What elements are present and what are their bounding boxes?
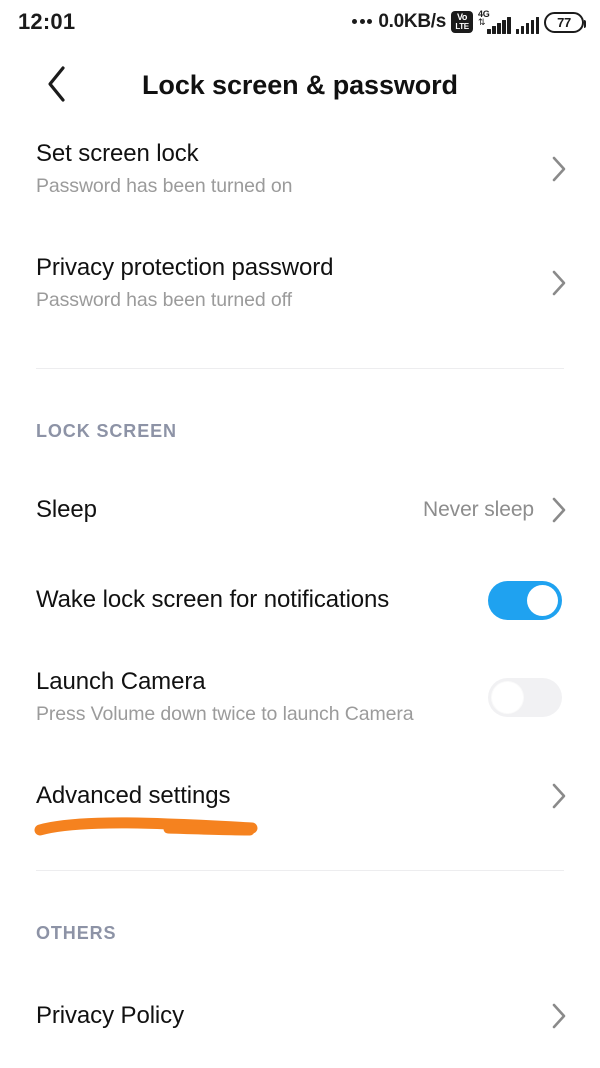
chevron-right-icon (550, 268, 568, 298)
signal-sim1-icon: 4G ⇅ (478, 9, 511, 34)
back-button[interactable] (30, 58, 82, 110)
row-wake-lock-screen-title: Wake lock screen for notifications (36, 585, 390, 613)
status-bar-icons: 0.0KB/s Vo LTE 4G ⇅ 77 (352, 9, 586, 34)
row-launch-camera-text: Launch Camera Press Volume down twice to… (36, 668, 488, 727)
section-divider (36, 870, 564, 871)
row-launch-camera-subtitle: Press Volume down twice to launch Camera (36, 702, 414, 725)
signal-bars-sim2-icon (515, 17, 539, 34)
battery-icon: 77 (544, 11, 586, 33)
data-transfer-arrows-icon: ⇅ (478, 17, 486, 27)
chevron-right-icon (550, 154, 568, 184)
chevron-right-icon (550, 1001, 568, 1031)
section-header-lock-screen: LOCK SCREEN (36, 421, 177, 441)
volte-icon-bottom-text: LTE (455, 22, 469, 31)
row-sleep-value: Never sleep (423, 498, 534, 521)
row-wake-lock-screen-text: Wake lock screen for notifications (36, 586, 488, 614)
lock-screen-settings-page: 12:01 0.0KB/s Vo LTE 4G ⇅ 77 Lock screen… (0, 0, 600, 1068)
chevron-left-icon (48, 66, 65, 102)
toggle-wake-lock-screen[interactable] (488, 580, 562, 620)
signal-bars-sim1-icon (487, 17, 511, 34)
section-header-others: OTHERS (36, 923, 117, 943)
row-advanced-settings[interactable]: Advanced settings (0, 766, 600, 826)
row-privacy-policy-text: Privacy Policy (36, 1002, 550, 1030)
notification-overflow-dots-icon (352, 18, 373, 24)
network-speed-label: 0.0KB/s (378, 11, 446, 32)
row-sleep-title: Sleep (36, 495, 97, 523)
row-privacy-protection-password-title: Privacy protection password (36, 253, 334, 281)
volte-icon: Vo LTE (451, 11, 473, 33)
row-privacy-protection-password[interactable]: Privacy protection password Password has… (0, 240, 600, 326)
row-sleep[interactable]: Sleep Never sleep (0, 480, 600, 540)
app-bar: Lock screen & password (0, 44, 600, 126)
volte-icon-top-text: Vo (456, 12, 468, 22)
status-bar-clock: 12:01 (18, 9, 76, 34)
row-launch-camera[interactable]: Launch Camera Press Volume down twice to… (0, 656, 600, 738)
row-privacy-policy[interactable]: Privacy Policy (0, 986, 600, 1046)
row-privacy-protection-password-subtitle: Password has been turned off (36, 288, 292, 311)
battery-percentage-label: 77 (557, 14, 571, 30)
row-advanced-settings-title: Advanced settings (36, 781, 231, 809)
row-set-screen-lock[interactable]: Set screen lock Password has been turned… (0, 126, 600, 212)
row-advanced-settings-text: Advanced settings (36, 782, 550, 810)
toggle-knob (527, 584, 558, 616)
row-launch-camera-title: Launch Camera (36, 667, 206, 695)
row-set-screen-lock-subtitle: Password has been turned on (36, 174, 293, 197)
page-title: Lock screen & password (142, 69, 458, 100)
row-privacy-policy-title: Privacy Policy (36, 1001, 184, 1029)
row-set-screen-lock-text: Set screen lock Password has been turned… (36, 140, 550, 199)
row-set-screen-lock-title: Set screen lock (36, 139, 199, 167)
signal-sim2-icon (515, 10, 539, 34)
section-divider (36, 368, 564, 369)
row-wake-lock-screen[interactable]: Wake lock screen for notifications (0, 570, 600, 630)
row-privacy-protection-password-text: Privacy protection password Password has… (36, 254, 550, 313)
row-sleep-text: Sleep (36, 496, 423, 524)
toggle-knob (492, 681, 523, 713)
status-bar: 12:01 0.0KB/s Vo LTE 4G ⇅ 77 (0, 0, 600, 44)
settings-list: Set screen lock Password has been turned… (0, 126, 600, 1046)
toggle-launch-camera[interactable] (488, 677, 562, 717)
chevron-right-icon (550, 781, 568, 811)
chevron-right-icon (550, 495, 568, 525)
